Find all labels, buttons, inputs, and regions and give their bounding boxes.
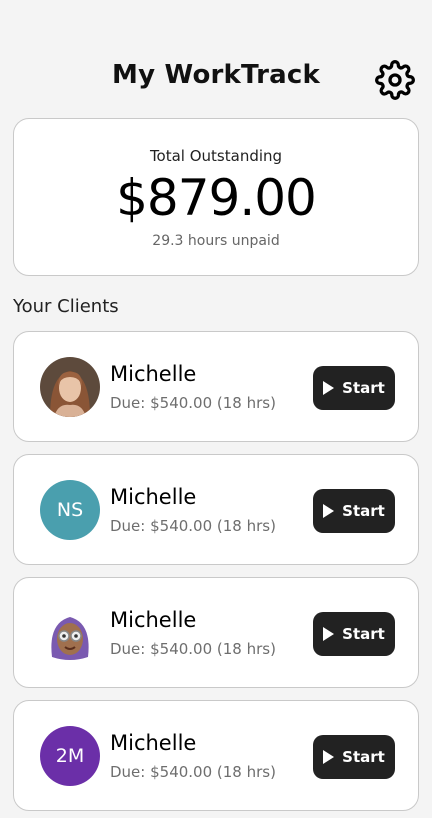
avatar-photo-icon xyxy=(40,357,100,417)
header: My WorkTrack xyxy=(0,58,432,100)
play-icon xyxy=(323,381,335,395)
client-card[interactable]: Michelle Due: $540.00 (18 hrs) Start xyxy=(13,331,419,442)
total-outstanding-amount: $879.00 xyxy=(116,169,317,227)
start-button-label: Start xyxy=(342,625,385,643)
client-avatar-initials: 2M xyxy=(40,726,100,786)
start-timer-button[interactable]: Start xyxy=(313,489,395,533)
avatar-initials: NS xyxy=(56,499,84,521)
app-root: My WorkTrack Total Outstanding $879.00 2… xyxy=(0,0,432,818)
client-avatar-photo xyxy=(40,357,100,417)
play-icon xyxy=(323,504,335,518)
page-title: My WorkTrack xyxy=(112,60,320,90)
client-avatar-illustration xyxy=(40,603,100,663)
client-name: Michelle xyxy=(110,362,197,386)
play-icon xyxy=(323,627,335,641)
client-name: Michelle xyxy=(110,731,197,755)
settings-button[interactable] xyxy=(373,58,417,102)
start-button-label: Start xyxy=(342,502,385,520)
hours-unpaid-text: 29.3 hours unpaid xyxy=(152,233,280,249)
total-outstanding-card: Total Outstanding $879.00 29.3 hours unp… xyxy=(13,118,419,276)
client-due: Due: $540.00 (18 hrs) xyxy=(110,640,276,658)
clients-section-title: Your Clients xyxy=(13,296,119,317)
play-icon xyxy=(323,750,335,764)
avatar-initials: 2M xyxy=(55,745,85,767)
client-due: Due: $540.00 (18 hrs) xyxy=(110,517,276,535)
client-due: Due: $540.00 (18 hrs) xyxy=(110,763,276,781)
start-timer-button[interactable]: Start xyxy=(313,366,395,410)
client-card[interactable]: Michelle Due: $540.00 (18 hrs) Start xyxy=(13,577,419,688)
gear-icon xyxy=(375,60,415,100)
start-button-label: Start xyxy=(342,379,385,397)
total-outstanding-label: Total Outstanding xyxy=(149,147,283,165)
client-card[interactable]: 2M Michelle Due: $540.00 (18 hrs) Start xyxy=(13,700,419,811)
start-button-label: Start xyxy=(342,748,385,766)
client-name: Michelle xyxy=(110,485,197,509)
client-due: Due: $540.00 (18 hrs) xyxy=(110,394,276,412)
client-name: Michelle xyxy=(110,608,197,632)
avatar-memoji-icon xyxy=(51,617,89,660)
client-avatar-initials: NS xyxy=(40,480,100,540)
start-timer-button[interactable]: Start xyxy=(313,735,395,779)
client-card[interactable]: NS Michelle Due: $540.00 (18 hrs) Start xyxy=(13,454,419,565)
start-timer-button[interactable]: Start xyxy=(313,612,395,656)
